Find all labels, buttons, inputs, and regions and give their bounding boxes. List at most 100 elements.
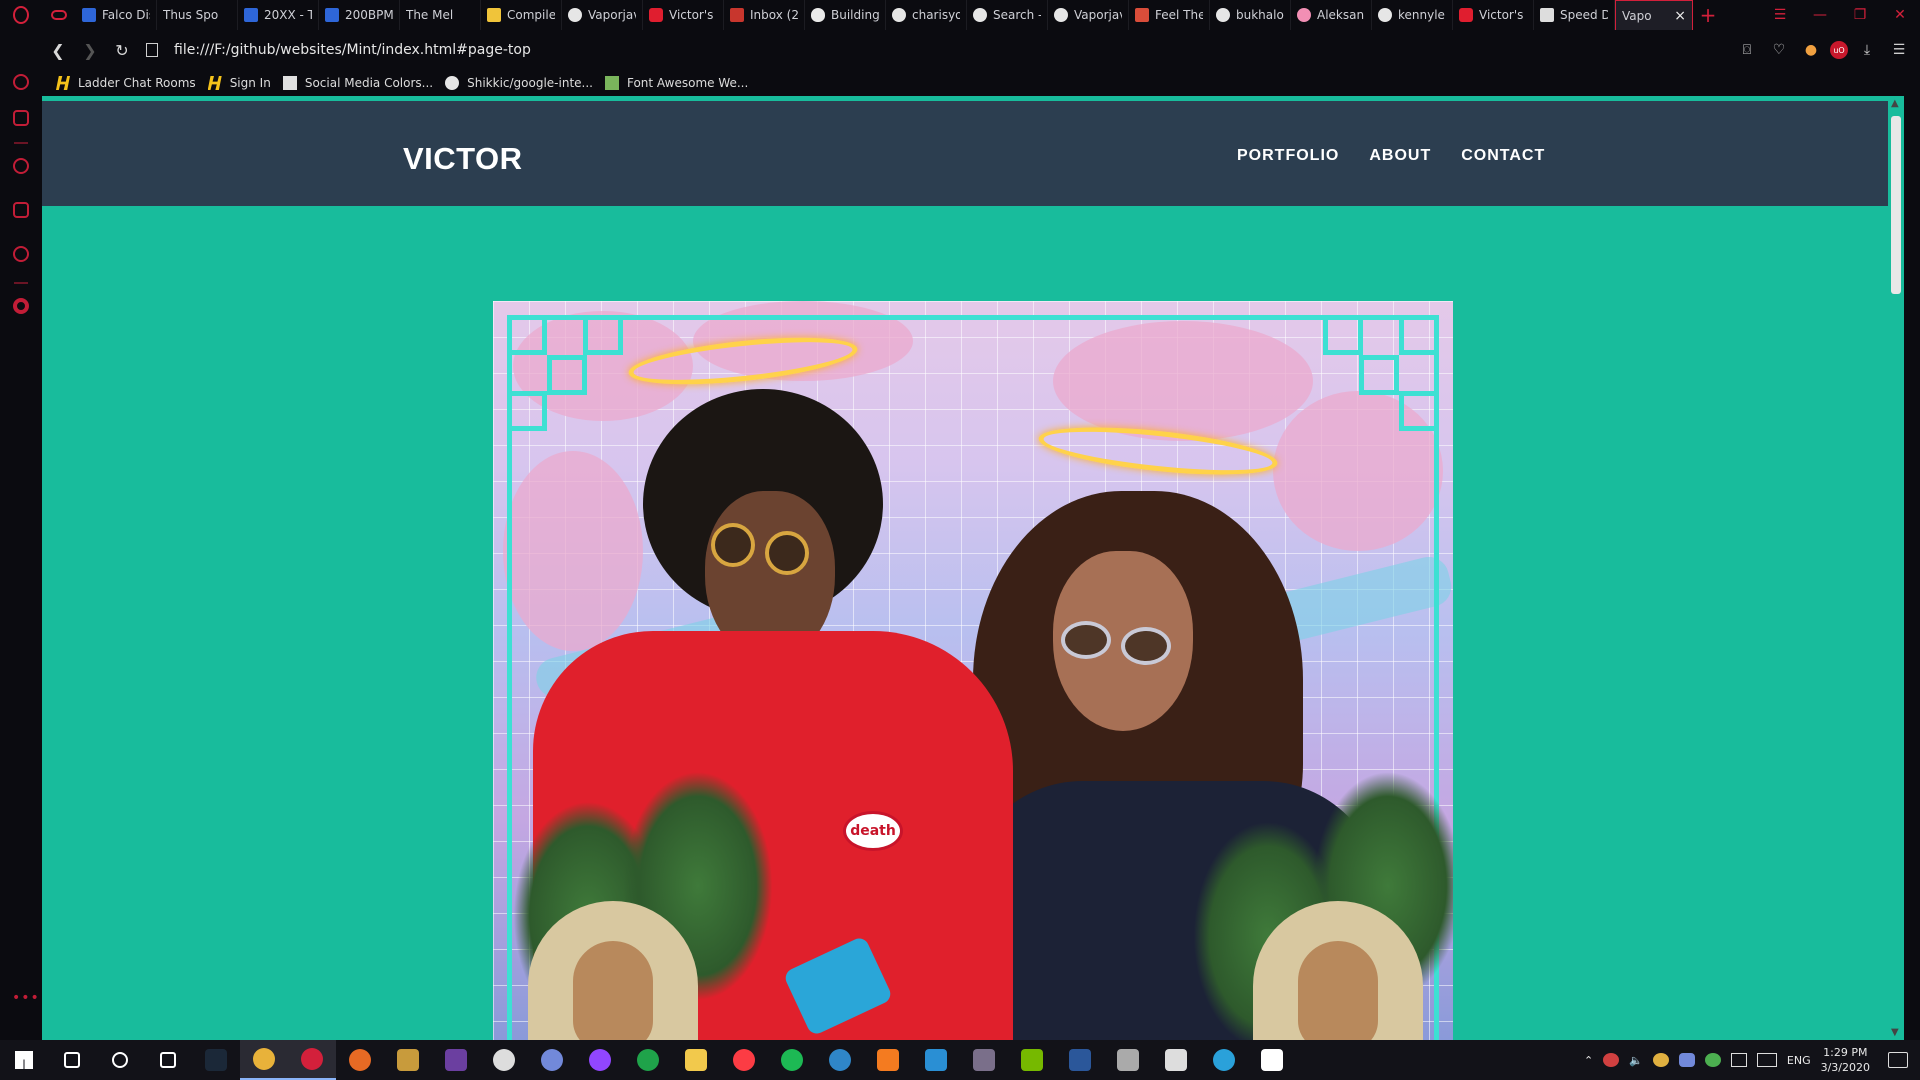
tab[interactable]: charisyo xyxy=(886,0,967,30)
twitch-sidebar-icon[interactable] xyxy=(13,110,29,126)
spotify-icon[interactable] xyxy=(768,1040,816,1080)
clock[interactable]: 1:29 PM 3/3/2020 xyxy=(1821,1045,1870,1075)
page-info-icon[interactable] xyxy=(146,43,158,57)
chrome-icon[interactable] xyxy=(240,1040,288,1080)
tab[interactable]: Vaporjav xyxy=(1048,0,1129,30)
cortana-icon[interactable] xyxy=(96,1040,144,1080)
close-window-icon[interactable]: ✕ xyxy=(1880,0,1920,30)
restore-icon[interactable]: ❐ xyxy=(1840,0,1880,30)
tab[interactable]: Search - xyxy=(967,0,1048,30)
opera-menu-icon[interactable] xyxy=(0,0,42,30)
smite-icon[interactable] xyxy=(960,1040,1008,1080)
action-center-icon[interactable] xyxy=(1888,1052,1908,1068)
tray-expand-icon[interactable]: ⌃ xyxy=(1584,1054,1593,1067)
scroll-thumb[interactable] xyxy=(1891,116,1901,294)
page-scrollbar[interactable]: ▲ ▼ xyxy=(1888,96,1904,1040)
close-tab-icon[interactable]: × xyxy=(1674,8,1686,24)
tab[interactable]: Falco Dis xyxy=(76,0,157,30)
tab[interactable]: 20XX - Tl xyxy=(238,0,319,30)
tab[interactable]: Thus Spo xyxy=(42,0,238,110)
extensions-icon[interactable] xyxy=(13,202,29,218)
task-view-icon[interactable] xyxy=(144,1040,192,1080)
tab[interactable]: Speed D xyxy=(1534,0,1615,30)
tray-chrome-icon[interactable] xyxy=(1603,1053,1620,1067)
tab-favicon-icon xyxy=(1216,8,1230,22)
league-icon[interactable] xyxy=(384,1040,432,1080)
language-indicator[interactable]: ENG xyxy=(1787,1054,1811,1067)
download-icon[interactable]: ⤓ xyxy=(1854,34,1880,66)
nav-about[interactable]: ABOUT xyxy=(1369,147,1431,165)
volume-icon[interactable]: 🔈 xyxy=(1629,1054,1643,1067)
minimize-icon[interactable]: — xyxy=(1800,0,1840,30)
extension-icon[interactable]: ● xyxy=(1798,34,1824,66)
tab[interactable]: Building xyxy=(805,0,886,30)
search-icon[interactable] xyxy=(48,1040,96,1080)
forward-icon[interactable]: ❯ xyxy=(74,34,106,66)
tab-bar: Falco Dis Thus Spo 20XX - Tl 200BPM The Mel C… xyxy=(0,0,1920,110)
dolphin-icon[interactable] xyxy=(912,1040,960,1080)
tray-chrome-icon-2[interactable] xyxy=(1704,1053,1721,1067)
nav-contact[interactable]: CONTACT xyxy=(1461,147,1545,165)
gx-control-icon[interactable] xyxy=(42,0,76,30)
tab[interactable]: Inbox (2 xyxy=(724,0,805,30)
tab[interactable]: The Mel xyxy=(42,0,481,110)
musescore-icon[interactable] xyxy=(816,1040,864,1080)
url-field[interactable]: file:///F:/github/websites/Mint/index.ht… xyxy=(146,42,531,58)
tab[interactable]: Aleksan xyxy=(1291,0,1372,30)
back-icon[interactable]: ❮ xyxy=(42,34,74,66)
settings-sidebar-icon[interactable] xyxy=(13,246,29,262)
tab[interactable]: bukhalo xyxy=(1210,0,1291,30)
tab[interactable]: Victor's C xyxy=(1453,0,1534,30)
site-brand[interactable]: VICTOR xyxy=(403,141,523,177)
url-text[interactable]: file:///F:/github/websites/Mint/index.ht… xyxy=(174,42,531,58)
tab[interactable]: Feel The xyxy=(1129,0,1210,30)
telegram-icon[interactable] xyxy=(1200,1040,1248,1080)
tab[interactable]: Vaporjav xyxy=(562,0,643,30)
tab-active[interactable]: Vapo × xyxy=(42,0,1693,110)
visual-studio-icon[interactable] xyxy=(432,1040,480,1080)
keyboard-icon[interactable] xyxy=(1756,1053,1777,1067)
snapshot-icon[interactable]: ⌼ xyxy=(1734,34,1760,66)
feedback-icon[interactable] xyxy=(1152,1040,1200,1080)
twitch-icon[interactable] xyxy=(576,1040,624,1080)
bookmark-item[interactable]: Ladder Chat Rooms xyxy=(56,76,196,90)
opera-icon[interactable] xyxy=(288,1040,336,1080)
bookmark-item[interactable]: Sign In xyxy=(207,76,271,90)
new-tab-button[interactable]: + xyxy=(1693,0,1723,30)
firefox-icon[interactable] xyxy=(336,1040,384,1080)
scroll-down-icon[interactable]: ▼ xyxy=(1891,1027,1899,1038)
bookmark-item[interactable]: Font Awesome We... xyxy=(604,76,748,90)
nav-portfolio[interactable]: PORTFOLIO xyxy=(1237,147,1339,165)
bookmark-heart-icon[interactable]: ♡ xyxy=(1766,34,1792,66)
reload-icon[interactable]: ↻ xyxy=(106,34,138,66)
bookmark-item[interactable]: Social Media Colors... xyxy=(282,76,433,90)
steam-icon[interactable] xyxy=(192,1040,240,1080)
network-icon[interactable] xyxy=(1730,1053,1747,1067)
nvidia-icon[interactable] xyxy=(1008,1040,1056,1080)
windows-start-icon[interactable] xyxy=(0,1040,48,1080)
bookmark-item[interactable]: Shikkic/google-inte... xyxy=(445,76,593,90)
snipping-icon[interactable] xyxy=(1104,1040,1152,1080)
tab[interactable]: Victor's F xyxy=(643,0,724,30)
obs-icon[interactable] xyxy=(480,1040,528,1080)
tab[interactable]: kennyle xyxy=(1372,0,1453,30)
settings-icon[interactable] xyxy=(1248,1040,1296,1080)
ublock-sidebar-icon[interactable] xyxy=(13,298,29,314)
scroll-up-icon[interactable]: ▲ xyxy=(1891,98,1899,109)
file-explorer-icon[interactable] xyxy=(672,1040,720,1080)
tab[interactable]: 200BPM xyxy=(319,0,400,30)
discord-icon[interactable] xyxy=(528,1040,576,1080)
tray-app-icon[interactable] xyxy=(1652,1053,1669,1067)
itunes-icon[interactable] xyxy=(720,1040,768,1080)
easy-setup-icon[interactable]: ☰ xyxy=(1886,34,1912,66)
word-icon[interactable] xyxy=(1056,1040,1104,1080)
tray-discord-icon[interactable] xyxy=(1678,1053,1695,1067)
tab-menu-icon[interactable]: ☰ xyxy=(1760,0,1800,30)
speed-dial-icon[interactable] xyxy=(13,74,29,90)
sidebar-more-icon[interactable]: ••• xyxy=(12,990,40,1006)
history-icon[interactable] xyxy=(13,158,29,174)
fl-studio-icon[interactable] xyxy=(864,1040,912,1080)
xbox-icon[interactable] xyxy=(624,1040,672,1080)
ublock-icon[interactable]: uO xyxy=(1830,41,1848,59)
tab[interactable]: Compile xyxy=(481,0,562,30)
